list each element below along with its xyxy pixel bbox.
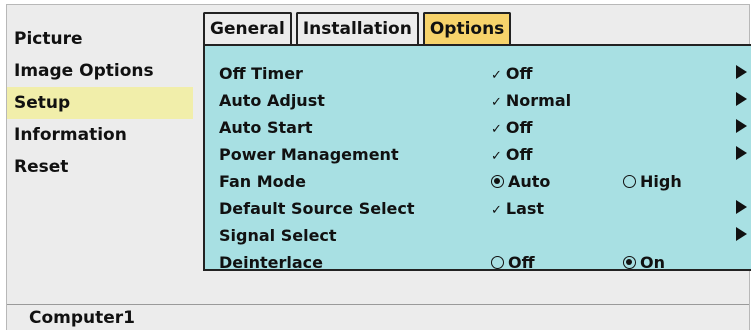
fan-mode-high-label: High xyxy=(640,172,682,191)
deinterlace-label: Deinterlace xyxy=(219,253,324,272)
submenu-arrow-icon[interactable] xyxy=(736,227,747,241)
deinterlace-on-radio[interactable]: On xyxy=(623,253,665,272)
submenu-arrow-icon[interactable] xyxy=(736,146,747,160)
sidebar: Picture Image Options Setup Information … xyxy=(7,23,193,183)
submenu-arrow-icon[interactable] xyxy=(736,92,747,106)
sidebar-item-label: Information xyxy=(14,125,127,145)
tab-label: General xyxy=(210,19,285,39)
auto-adjust-row[interactable]: Auto Adjust ✓ Normal xyxy=(205,87,753,114)
auto-adjust-label: Auto Adjust xyxy=(219,91,325,110)
auto-start-label: Auto Start xyxy=(219,118,313,137)
deinterlace-on-label: On xyxy=(640,253,665,272)
sidebar-item-setup[interactable]: Setup xyxy=(7,87,193,119)
auto-adjust-value: ✓ Normal xyxy=(491,91,571,110)
default-source-select-row[interactable]: Default Source Select ✓ Last xyxy=(205,195,753,222)
fan-mode-label: Fan Mode xyxy=(219,172,306,191)
signal-select-label: Signal Select xyxy=(219,226,337,245)
default-source-select-value-text: Last xyxy=(505,199,545,218)
submenu-arrow-icon[interactable] xyxy=(736,65,747,79)
sidebar-item-information[interactable]: Information xyxy=(7,119,193,151)
deinterlace-off-radio[interactable]: Off xyxy=(491,253,535,272)
power-management-value: ✓ Off xyxy=(491,145,532,164)
radio-selected-icon xyxy=(623,256,636,269)
sidebar-item-label: Image Options xyxy=(14,61,154,81)
radio-unselected-icon xyxy=(491,256,504,269)
sidebar-item-label: Picture xyxy=(14,29,83,49)
submenu-arrow-icon[interactable] xyxy=(736,119,747,133)
deinterlace-row: Deinterlace Off On xyxy=(205,249,753,276)
sidebar-item-label: Reset xyxy=(14,157,69,177)
fan-mode-high-radio[interactable]: High xyxy=(623,172,682,191)
radio-selected-icon xyxy=(491,175,504,188)
fan-mode-row: Fan Mode Auto High xyxy=(205,168,753,195)
sidebar-item-picture[interactable]: Picture xyxy=(7,23,193,55)
tab-options[interactable]: Options xyxy=(422,12,512,44)
default-source-select-value: ✓ Last xyxy=(491,199,544,218)
power-management-row[interactable]: Power Management ✓ Off xyxy=(205,141,753,168)
auto-adjust-value-text: Normal xyxy=(505,91,572,110)
tab-label: Installation xyxy=(302,19,412,39)
sidebar-item-label: Setup xyxy=(14,93,71,113)
submenu-arrow-icon[interactable] xyxy=(736,200,747,214)
checkmark-icon: ✓ xyxy=(491,149,502,164)
tab-installation[interactable]: Installation xyxy=(295,12,419,44)
tab-general[interactable]: General xyxy=(203,12,292,44)
tab-bar: General Installation Options xyxy=(203,12,515,44)
off-timer-label: Off Timer xyxy=(219,64,303,83)
options-panel: Off Timer ✓ Off Auto Adjust ✓ Normal Auto … xyxy=(203,44,753,272)
sidebar-item-image-options[interactable]: Image Options xyxy=(7,55,193,87)
default-source-select-label: Default Source Select xyxy=(219,199,415,218)
checkmark-icon: ✓ xyxy=(491,203,502,218)
checkmark-icon: ✓ xyxy=(491,68,502,83)
auto-start-value-text: Off xyxy=(505,118,533,137)
current-source: Computer1 xyxy=(29,308,136,328)
fan-mode-auto-label: Auto xyxy=(508,172,551,191)
power-management-label: Power Management xyxy=(219,145,399,164)
off-timer-value-text: Off xyxy=(505,64,533,83)
off-timer-row[interactable]: Off Timer ✓ Off xyxy=(205,60,753,87)
auto-start-row[interactable]: Auto Start ✓ Off xyxy=(205,114,753,141)
checkmark-icon: ✓ xyxy=(491,95,502,110)
checkmark-icon: ✓ xyxy=(491,122,502,137)
tab-label: Options xyxy=(429,19,505,39)
radio-unselected-icon xyxy=(623,175,636,188)
fan-mode-auto-radio[interactable]: Auto xyxy=(491,172,550,191)
osd-menu: Picture Image Options Setup Information … xyxy=(6,4,753,330)
status-bar: Computer1 xyxy=(7,304,749,330)
power-management-value-text: Off xyxy=(505,145,533,164)
off-timer-value: ✓ Off xyxy=(491,64,532,83)
sidebar-item-reset[interactable]: Reset xyxy=(7,151,193,183)
auto-start-value: ✓ Off xyxy=(491,118,532,137)
deinterlace-off-label: Off xyxy=(508,253,535,272)
signal-select-row[interactable]: Signal Select xyxy=(205,222,753,249)
